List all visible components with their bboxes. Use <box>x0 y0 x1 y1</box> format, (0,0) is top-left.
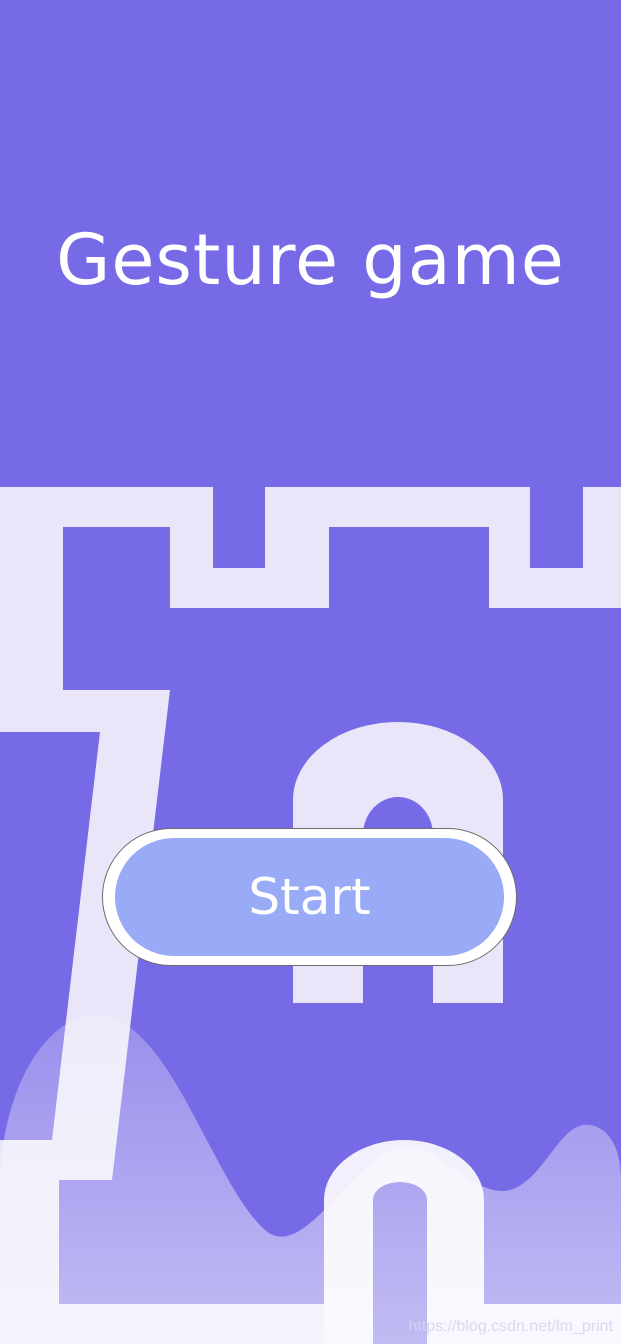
watermark-text: https://blog.csdn.net/lm_print <box>408 1318 613 1335</box>
wave-decoration <box>0 1015 621 1344</box>
castle-background <box>0 487 621 1344</box>
start-button-label[interactable]: Start <box>115 838 504 956</box>
start-button[interactable]: Start <box>102 828 517 966</box>
game-title: Gesture game <box>56 219 565 301</box>
